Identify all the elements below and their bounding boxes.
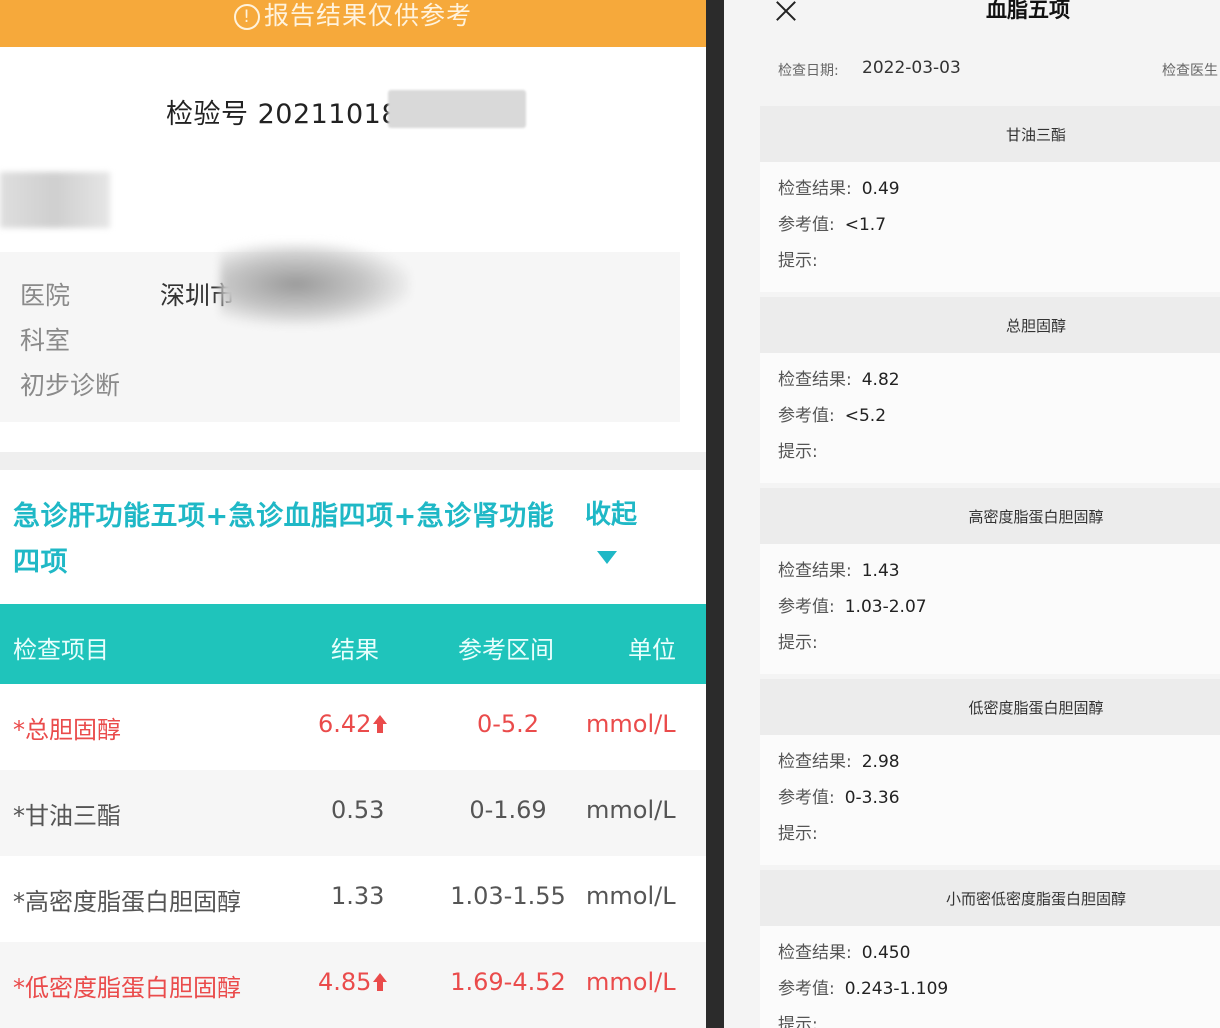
section-body: 检查结果: 1.43 参考值: 1.03-2.07 提示: — [760, 544, 1220, 674]
hint-label: 提示: — [778, 633, 818, 653]
section-header: 甘油三酯 — [760, 106, 1220, 162]
table-row: *高密度脂蛋白胆固醇 1.33 1.03-1.55 mmol/L — [0, 856, 706, 942]
hospital-label: 医院 — [20, 281, 71, 310]
hint-label: 提示: — [778, 824, 818, 844]
result-value: 2.98 — [861, 752, 900, 772]
unit: mmol/L — [586, 968, 676, 996]
section-body: 检查结果: 2.98 参考值: 0-3.36 提示: — [760, 735, 1220, 865]
arrow-up-icon — [373, 715, 388, 733]
section-title: 小而密低密度脂蛋白胆固醇 — [945, 890, 1126, 908]
section-body: 检查结果: 0.49 参考值: <1.7 提示: — [760, 162, 1220, 292]
table-row: *总胆固醇 6.42 0-5.2 mmol/L — [0, 684, 706, 770]
reference-range: 0-5.2 — [476, 710, 540, 738]
reference-range: 1.03-1.55 — [450, 882, 566, 910]
arrow-up-icon — [373, 973, 388, 991]
lipid-detail-panel: 血脂五项 检查日期: 2022-03-03 检查医生 甘油三酯 检查结果: 0.4… — [724, 0, 1220, 1028]
reference-range: 1.69-4.52 — [450, 968, 566, 996]
result-value: 1.43 — [861, 561, 900, 581]
section-header: 总胆固醇 — [760, 297, 1220, 353]
section-header: 高密度脂蛋白胆固醇 — [760, 488, 1220, 544]
reference-value: 0-3.36 — [844, 788, 900, 808]
disclaimer-banner: ! 报告结果仅供参考 — [0, 0, 706, 47]
result-label: 检查结果: — [778, 370, 852, 390]
result-label: 检查结果: — [778, 179, 852, 199]
redacted-patient-name — [0, 172, 110, 228]
reference-value: 0.243-1.109 — [844, 979, 949, 999]
table-row: *甘油三酯 0.53 0-1.69 mmol/L — [0, 770, 706, 856]
section-header: 小而密低密度脂蛋白胆固醇 — [760, 870, 1220, 926]
hint-label: 提示: — [778, 251, 818, 271]
table-row: *低密度脂蛋白胆固醇 4.85 1.69-4.52 mmol/L — [0, 942, 706, 1028]
section-header: 低密度脂蛋白胆固醇 — [760, 679, 1220, 735]
section-title: 总胆固醇 — [1005, 317, 1066, 335]
reference-label: 参考值: — [778, 979, 835, 999]
reference-value: 1.03-2.07 — [844, 597, 927, 617]
reference-value: <1.7 — [844, 215, 887, 235]
exam-info-row: 检查日期: 2022-03-03 检查医生 — [760, 58, 1220, 84]
reference-label: 参考值: — [778, 215, 835, 235]
result-label: 检查结果: — [778, 561, 852, 581]
section-body: 检查结果: 0.450 参考值: 0.243-1.109 提示: — [760, 926, 1220, 1028]
section-title: 低密度脂蛋白胆固醇 — [968, 699, 1104, 717]
section-body: 检查结果: 4.82 参考值: <5.2 提示: — [760, 353, 1220, 483]
section-title: 高密度脂蛋白胆固醇 — [968, 508, 1104, 526]
close-icon[interactable] — [774, 0, 798, 24]
section-title: 甘油三酯 — [1005, 126, 1066, 144]
page-title: 血脂五项 — [986, 0, 1070, 22]
result-value: 1.33 — [331, 882, 385, 910]
reference-value: <5.2 — [844, 406, 887, 426]
item-name: *总胆固醇 — [13, 716, 121, 744]
hint-label: 提示: — [778, 1015, 818, 1028]
exam-date-label: 检查日期: — [778, 63, 839, 79]
header-item: 检查项目 — [13, 636, 109, 664]
result-value: 0.53 — [331, 796, 385, 824]
hint-label: 提示: — [778, 442, 818, 462]
item-name: *甘油三酯 — [13, 802, 121, 830]
unit: mmol/L — [586, 796, 676, 824]
department-label: 科室 — [20, 326, 71, 355]
exam-date-value: 2022-03-03 — [862, 58, 961, 78]
result-value: 0.450 — [861, 943, 911, 963]
test-group-title: 急诊肝功能五项+急诊血脂四项+急诊肾功能四项 — [13, 501, 555, 578]
result-label: 检查结果: — [778, 943, 852, 963]
chevron-down-icon[interactable] — [597, 551, 617, 564]
result-label: 检查结果: — [778, 752, 852, 772]
reference-label: 参考值: — [778, 788, 835, 808]
disclaimer-text: 报告结果仅供参考 — [263, 1, 472, 30]
doctor-label: 检查医生 — [1162, 63, 1218, 79]
reference-label: 参考值: — [778, 406, 835, 426]
info-circle-icon: ! — [233, 4, 260, 30]
reference-range: 0-1.69 — [469, 796, 547, 824]
header-unit: 单位 — [628, 636, 676, 664]
result-value: 6.42 — [318, 710, 372, 738]
item-name: *高密度脂蛋白胆固醇 — [13, 888, 241, 916]
panel-divider — [706, 0, 724, 1028]
reference-label: 参考值: — [778, 597, 835, 617]
unit: mmol/L — [586, 710, 676, 738]
section-divider — [0, 452, 706, 470]
results-table-header: 检查项目 结果 参考区间 单位 — [0, 604, 706, 684]
lab-report-panel: ! 报告结果仅供参考 检验号 20211018 医院 科室 初步诊断 深圳市 急诊… — [0, 0, 706, 1028]
collapse-button[interactable]: 收起 — [585, 494, 637, 531]
diagnosis-label: 初步诊断 — [20, 371, 121, 400]
lab-number: 检验号 20211018 — [166, 99, 400, 130]
item-name: *低密度脂蛋白胆固醇 — [13, 974, 241, 1002]
result-value: 4.82 — [861, 370, 900, 390]
redacted-block — [388, 90, 526, 128]
result-value: 4.85 — [318, 968, 372, 996]
header-result: 结果 — [331, 636, 379, 664]
unit: mmol/L — [586, 882, 676, 910]
redacted-hospital — [220, 242, 410, 326]
header-range: 参考区间 — [458, 636, 554, 664]
result-value: 0.49 — [861, 179, 900, 199]
